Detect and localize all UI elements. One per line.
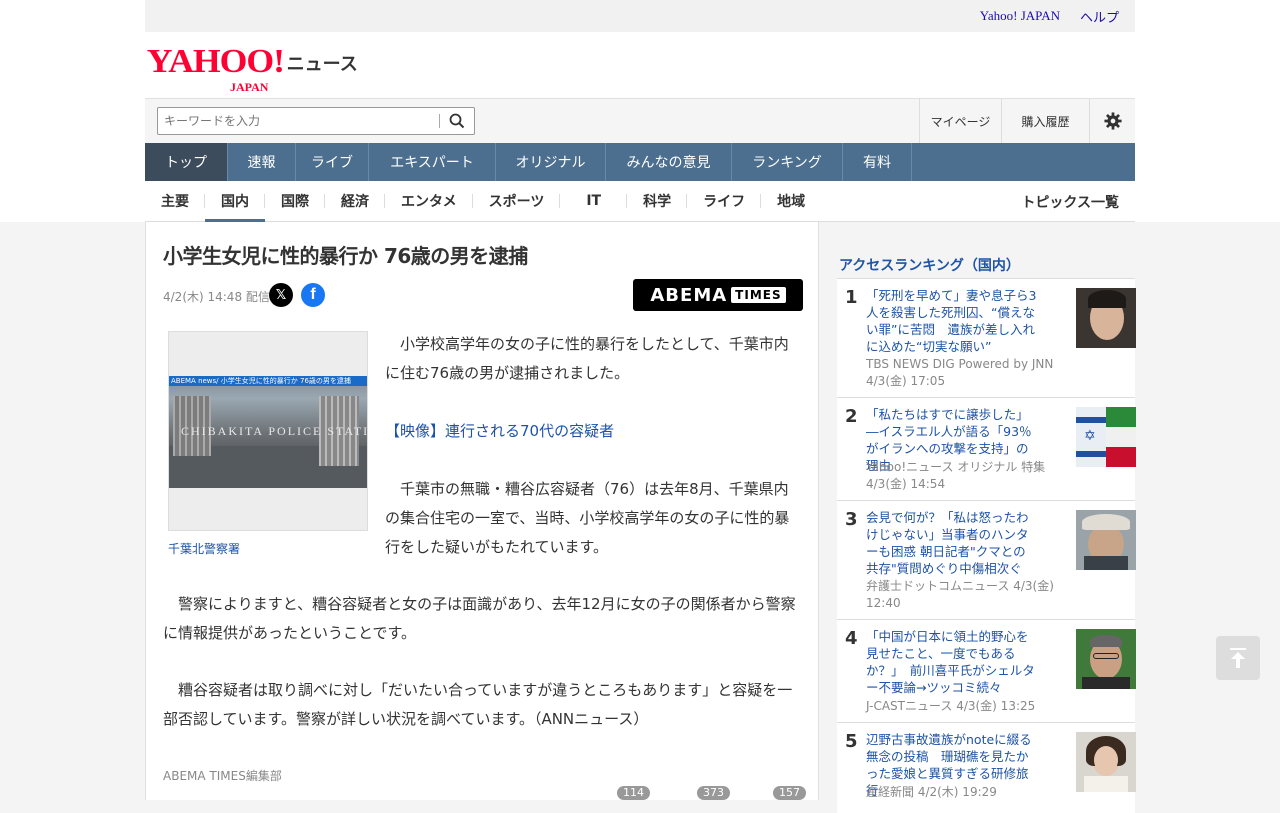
nav-top[interactable]: トップ: [145, 143, 228, 181]
search-button[interactable]: [440, 108, 474, 134]
ranking-thumbnail[interactable]: [1076, 732, 1136, 792]
account-links: マイページ 購入履歴: [919, 99, 1135, 143]
category-main[interactable]: 主要: [145, 181, 205, 222]
facebook-share-icon[interactable]: f: [301, 283, 325, 307]
article-paragraph-2: 千葉市の無職・糟谷広容疑者（76）は去年8月、千葉県内の集合住宅の一室で、当時、…: [385, 480, 790, 556]
topics-list-link[interactable]: トピックス一覧: [1021, 181, 1119, 222]
nav-ranking[interactable]: ランキング: [732, 143, 843, 181]
article-byline: ABEMA TIMES編集部: [163, 769, 282, 783]
search-icon: [449, 113, 465, 129]
nav-original[interactable]: オリジナル: [496, 143, 606, 181]
back-to-top-button[interactable]: [1216, 636, 1260, 680]
reaction-count-1[interactable]: 114: [617, 786, 650, 800]
logo-row: YAHOO! JAPAN ニュース: [145, 32, 1135, 98]
ranking-source: 弁護士ドットコムニュース 4/3(金): [866, 579, 1054, 593]
utility-bar: Yahoo! JAPAN ヘルプ: [145, 0, 1135, 32]
yahoo-news-logo[interactable]: YAHOO! JAPAN ニュース: [146, 43, 358, 95]
category-entertainment[interactable]: エンタメ: [385, 181, 473, 222]
article-paragraph-1: 小学校高学年の女の子に性的暴行をしたとして、千葉市内に住む76歳の男が逮捕されま…: [385, 335, 789, 382]
logo-japan: JAPAN: [230, 80, 269, 94]
ranking-headline[interactable]: 会見で何が？「私は怒ったわけじゃない」当事者のハンターも困惑 朝日記者"クマとの…: [866, 509, 1038, 577]
help-link[interactable]: ヘルプ: [1080, 7, 1119, 26]
search-input[interactable]: [158, 108, 440, 134]
ranking-source: J-CASTニュース 4/3(金) 13:25: [866, 699, 1036, 713]
purchase-history-link[interactable]: 購入履歴: [1001, 99, 1089, 143]
category-local[interactable]: 地域: [761, 181, 821, 222]
ranking-number: 2: [845, 406, 858, 427]
ranking-headline[interactable]: 「中国が日本に領土的野心を見せたこと、一度でもあるか？」 前川喜平氏がシェルター…: [866, 628, 1038, 696]
category-international[interactable]: 国際: [265, 181, 325, 222]
article: 小学生女児に性的暴行か 76歳の男を逮捕 4/2(木) 14:48 配信 𝕏 f…: [145, 222, 819, 800]
article-date: 4/2(木) 14:48 配信: [163, 290, 270, 304]
ranking-item[interactable]: 1 「死刑を早めて」妻や息子ら3人を殺害した死刑囚、“償えない罪”に苦悶 遺族が…: [837, 279, 1136, 398]
gear-icon: [1103, 112, 1122, 130]
video-link[interactable]: 【映像】連行される70代の容疑者: [385, 417, 803, 446]
reaction-count-3[interactable]: 157: [773, 786, 806, 800]
ranking-title[interactable]: アクセスランキング（国内）: [839, 255, 1020, 275]
nav-opinions[interactable]: みんなの意見: [606, 143, 732, 181]
ranking-source: 産経新聞 4/2(木) 19:29: [866, 785, 997, 799]
reaction-count-2[interactable]: 373: [697, 786, 730, 800]
ranking-number: 4: [845, 628, 858, 649]
ranking-item[interactable]: 4 「中国が日本に領土的野心を見せたこと、一度でもあるか？」 前川喜平氏がシェル…: [837, 620, 1136, 723]
ranking-thumbnail[interactable]: [1076, 288, 1136, 348]
logo-wordmark: YAHOO!: [146, 43, 285, 80]
ranking-time: 4/3(金) 14:54: [866, 477, 946, 491]
ranking-source: TBS NEWS DIG Powered by JNN: [866, 357, 1054, 371]
photo-banner: ABEMA news/ 小学生女児に性的暴行か 76歳の男を逮捕: [169, 376, 367, 386]
nav-expert[interactable]: エキスパート: [369, 143, 496, 181]
publisher-logo-main: ABEMA: [650, 284, 728, 306]
content-area: 小学生女児に性的暴行か 76歳の男を逮捕 4/2(木) 14:48 配信 𝕏 f…: [145, 222, 1136, 813]
article-paragraph-3: 警察によりますと、糟谷容疑者と女の子は面識があり、去年12月に女の子の関係者から…: [163, 595, 796, 642]
ranking-number: 3: [845, 509, 858, 530]
ranking-number: 5: [845, 731, 858, 752]
ranking-time: 12:40: [866, 596, 901, 610]
category-sports[interactable]: スポーツ: [473, 181, 561, 222]
article-title: 小学生女児に性的暴行か 76歳の男を逮捕: [163, 244, 528, 268]
ranking-item[interactable]: 3 会見で何が？「私は怒ったわけじゃない」当事者のハンターも困惑 朝日記者"クマ…: [837, 501, 1136, 620]
category-nav: 主要 国内 国際 経済 エンタメ スポーツ IT 科学 ライフ 地域 トピックス…: [145, 181, 1135, 222]
photo-sign-text: CHIBAKITA POLICE STATION: [181, 424, 368, 438]
publisher-logo[interactable]: ABEMA TIMES: [633, 279, 803, 311]
ranking-thumbnail[interactable]: ✡: [1076, 407, 1136, 467]
main-nav: トップ 速報 ライブ エキスパート オリジナル みんなの意見 ランキング 有料: [145, 143, 1135, 181]
ranking-source: Yahoo!ニュース オリジナル 特集: [866, 460, 1046, 474]
category-domestic[interactable]: 国内: [205, 181, 265, 222]
ranking-item[interactable]: 2 「私たちはすでに譲歩した」―イスラエル人が語る「93％がイランへの攻撃を支持…: [837, 398, 1136, 501]
arrow-up-icon: [1230, 648, 1246, 668]
ranking-headline[interactable]: 「死刑を早めて」妻や息子ら3人を殺害した死刑囚、“償えない罪”に苦悶 遺族が差し…: [866, 287, 1038, 355]
article-photo[interactable]: ABEMA news/ 小学生女児に性的暴行か 76歳の男を逮捕 CHIBAKI…: [168, 331, 368, 531]
category-economy[interactable]: 経済: [325, 181, 385, 222]
logo-service-name: ニュース: [286, 54, 358, 75]
nav-breaking[interactable]: 速報: [228, 143, 296, 181]
sidebar: アクセスランキング（国内） 1 「死刑を早めて」妻や息子ら3人を殺害した死刑囚、…: [819, 222, 1136, 813]
category-life[interactable]: ライフ: [687, 181, 762, 222]
category-it[interactable]: IT: [560, 181, 627, 222]
mypage-link[interactable]: マイページ: [919, 99, 1001, 143]
search-box: [157, 107, 475, 135]
nav-live[interactable]: ライブ: [296, 143, 369, 181]
photo-caption[interactable]: 千葉北警察署: [168, 540, 240, 557]
category-science[interactable]: 科学: [627, 181, 688, 222]
ranking-thumbnail[interactable]: [1076, 510, 1136, 570]
ranking-time: 4/3(金) 17:05: [866, 374, 946, 388]
yahoo-japan-link[interactable]: Yahoo! JAPAN: [980, 8, 1060, 24]
ranking-thumbnail[interactable]: [1076, 629, 1136, 689]
ranking-number: 1: [845, 287, 858, 308]
publisher-logo-sub: TIMES: [731, 287, 786, 303]
search-row: マイページ 購入履歴: [145, 98, 1135, 143]
nav-paid[interactable]: 有料: [843, 143, 912, 181]
article-paragraph-4: 糟谷容疑者は取り調べに対し「だいたい合っていますが違うところもあります」と容疑を…: [163, 681, 793, 728]
x-share-icon[interactable]: 𝕏: [269, 283, 293, 307]
settings-button[interactable]: [1089, 99, 1135, 143]
